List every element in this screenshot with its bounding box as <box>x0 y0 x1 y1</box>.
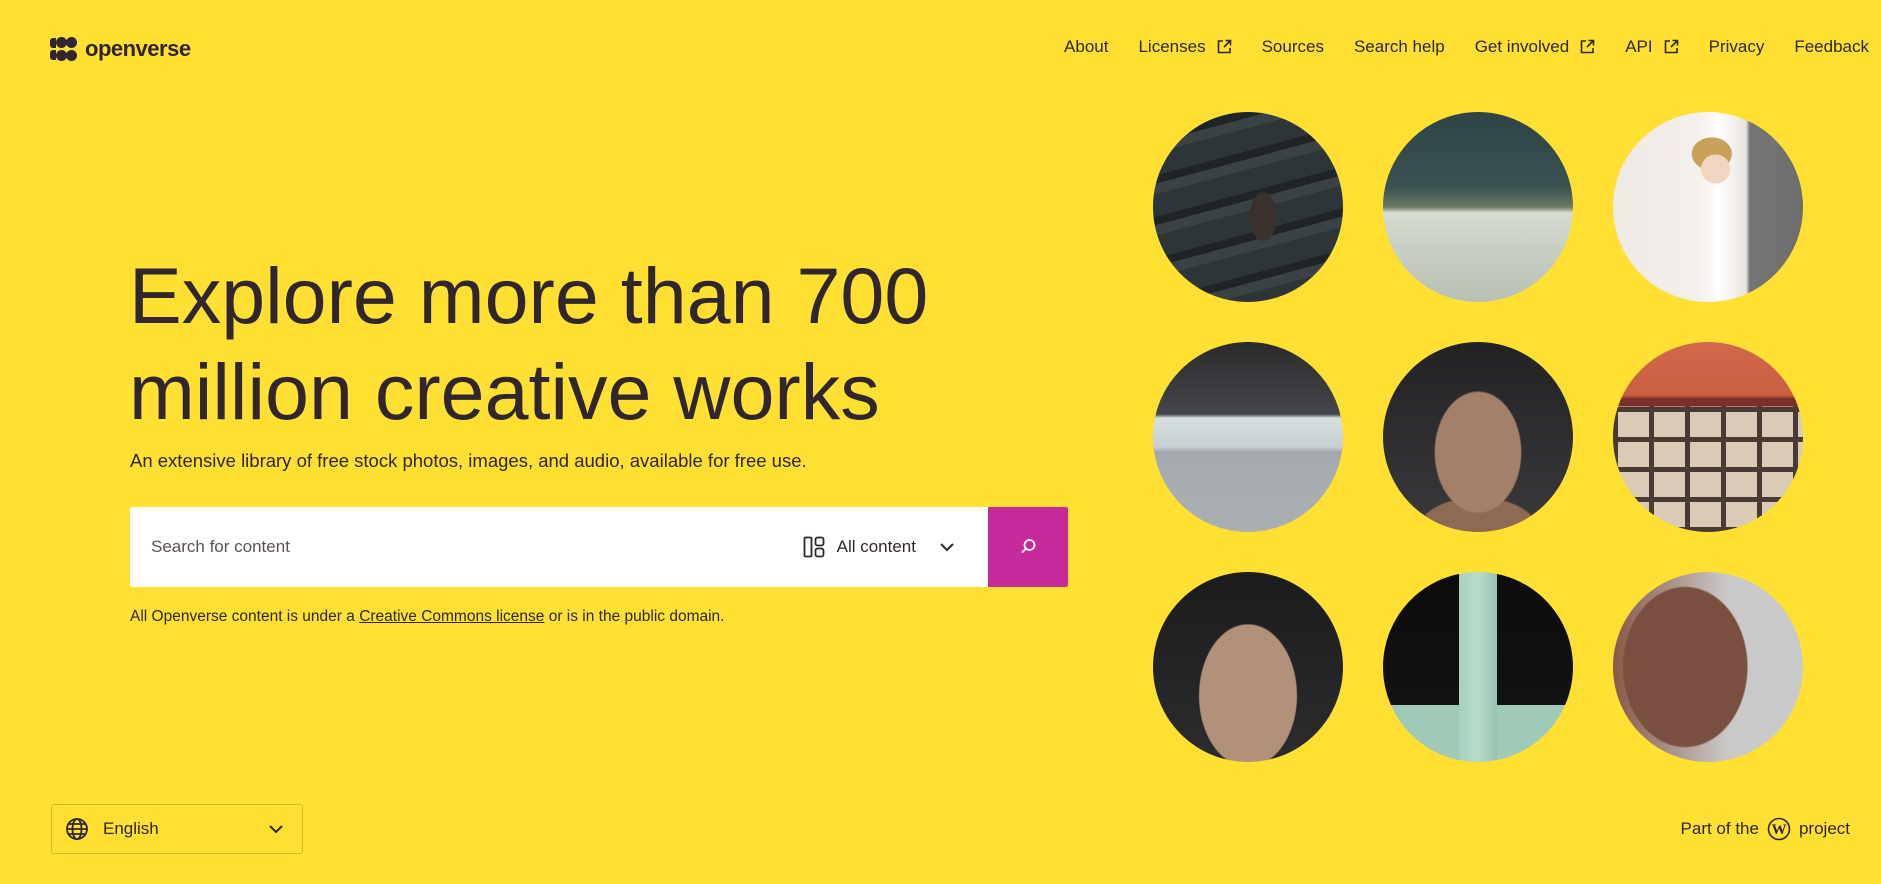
nav-about[interactable]: About <box>1064 37 1108 57</box>
license-note: All Openverse content is under a Creativ… <box>130 608 724 626</box>
gallery-image-5[interactable] <box>1383 342 1573 532</box>
wordpress-icon: W <box>1767 817 1791 841</box>
wp-suffix: project <box>1798 819 1850 838</box>
chevron-down-icon <box>940 543 954 552</box>
nav-search-help-label: Search help <box>1353 37 1445 56</box>
main-nav: About Licenses Sources Search help Get i… <box>1064 37 1869 57</box>
site-header: openverse About Licenses Sources Search … <box>0 0 1881 100</box>
language-label: English <box>103 819 159 838</box>
nav-licenses-label: Licenses <box>1138 37 1206 56</box>
external-link-icon <box>1580 39 1595 54</box>
wp-prefix: Part of the <box>1680 819 1759 838</box>
license-note-prefix: All Openverse content is under a <box>130 608 360 625</box>
hero-title: Explore more than 700 million creative w… <box>129 248 1029 440</box>
gallery-image-6[interactable] <box>1613 342 1803 532</box>
image-gallery <box>1153 112 1803 762</box>
nav-privacy-label: Privacy <box>1708 37 1765 56</box>
nav-get-involved[interactable]: Get involved <box>1475 37 1596 57</box>
gallery-image-4[interactable] <box>1153 342 1343 532</box>
hero-title-line-2: million creative works <box>129 347 880 436</box>
gallery-image-7[interactable] <box>1153 572 1343 762</box>
search-button[interactable] <box>988 507 1068 587</box>
chevron-down-icon <box>269 825 283 834</box>
logo-text: openverse <box>85 36 191 61</box>
openverse-logo[interactable]: openverse <box>50 36 191 62</box>
creative-commons-license-link[interactable]: Creative Commons license <box>359 608 544 625</box>
nav-feedback[interactable]: Feedback <box>1794 37 1869 57</box>
nav-search-help[interactable]: Search help <box>1354 37 1445 57</box>
wordpress-link[interactable]: W <box>1767 817 1791 841</box>
openverse-logo-icon <box>50 37 77 61</box>
gallery-image-2[interactable] <box>1383 112 1573 302</box>
wordpress-project-note: Part of the W project <box>1681 817 1850 841</box>
nav-licenses[interactable]: Licenses <box>1138 37 1231 57</box>
search-icon <box>1021 539 1036 554</box>
gallery-image-8[interactable] <box>1383 572 1573 762</box>
globe-icon <box>66 818 88 840</box>
nav-sources[interactable]: Sources <box>1262 37 1324 57</box>
gallery-image-1[interactable] <box>1153 112 1343 302</box>
hero-title-line-1: Explore more than 700 <box>129 251 929 340</box>
gallery-image-3[interactable] <box>1613 112 1803 302</box>
external-link-icon <box>1664 39 1678 54</box>
language-select[interactable]: English <box>51 804 303 854</box>
search-input[interactable] <box>130 507 791 587</box>
nav-get-involved-label: Get involved <box>1474 37 1570 56</box>
svg-text:W: W <box>1771 822 1786 838</box>
content-type-label: All content <box>836 537 916 556</box>
gallery-image-9[interactable] <box>1613 572 1803 762</box>
nav-api[interactable]: API <box>1625 37 1678 57</box>
content-type-select[interactable]: All content <box>791 507 988 587</box>
license-note-suffix: or is in the public domain. <box>544 608 725 625</box>
external-link-icon <box>1217 39 1231 54</box>
nav-feedback-label: Feedback <box>1794 37 1869 56</box>
hero-subtitle: An extensive library of free stock photo… <box>130 450 807 471</box>
nav-about-label: About <box>1064 37 1109 56</box>
nav-api-label: API <box>1625 37 1653 56</box>
nav-sources-label: Sources <box>1261 37 1324 56</box>
content-layout-icon <box>803 536 825 558</box>
search-bar: All content <box>130 507 1068 587</box>
nav-privacy[interactable]: Privacy <box>1709 37 1765 57</box>
